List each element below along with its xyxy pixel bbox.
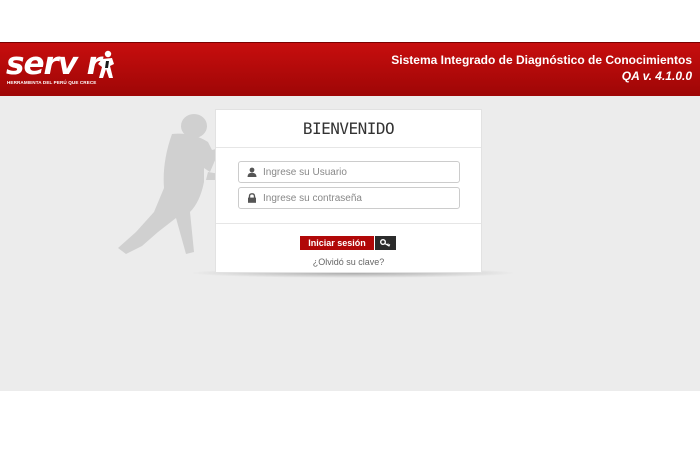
logo-tagline: HERRAMIENTA DEL PERÚ QUE CRECE bbox=[7, 80, 97, 85]
key-button[interactable] bbox=[375, 236, 396, 250]
logo-figure-icon bbox=[98, 50, 114, 78]
welcome-title: BIENVENIDO bbox=[302, 119, 395, 138]
system-version: QA v. 4.1.0.0 bbox=[621, 69, 692, 83]
system-title: Sistema Integrado de Diagnóstico de Cono… bbox=[391, 53, 692, 67]
username-input[interactable] bbox=[263, 162, 453, 182]
divider bbox=[216, 147, 481, 148]
logo-wordmark: servir bbox=[6, 46, 102, 82]
login-panel: BIENVENIDO Iniciar sesión ¿Olvidó su cla… bbox=[215, 109, 482, 273]
key-icon bbox=[380, 239, 391, 247]
username-field[interactable] bbox=[238, 161, 460, 183]
lock-icon bbox=[248, 193, 256, 203]
divider bbox=[216, 223, 481, 224]
user-icon bbox=[247, 167, 257, 177]
password-field[interactable] bbox=[238, 187, 460, 209]
servir-logo: servir HERRAMIENTA DEL PERÚ QUE CRECE bbox=[6, 46, 130, 90]
login-button[interactable]: Iniciar sesión bbox=[300, 236, 374, 250]
pushing-figure-silhouette bbox=[118, 114, 220, 254]
password-input[interactable] bbox=[263, 188, 453, 208]
forgot-password-link[interactable]: ¿Olvidó su clave? bbox=[216, 257, 481, 267]
